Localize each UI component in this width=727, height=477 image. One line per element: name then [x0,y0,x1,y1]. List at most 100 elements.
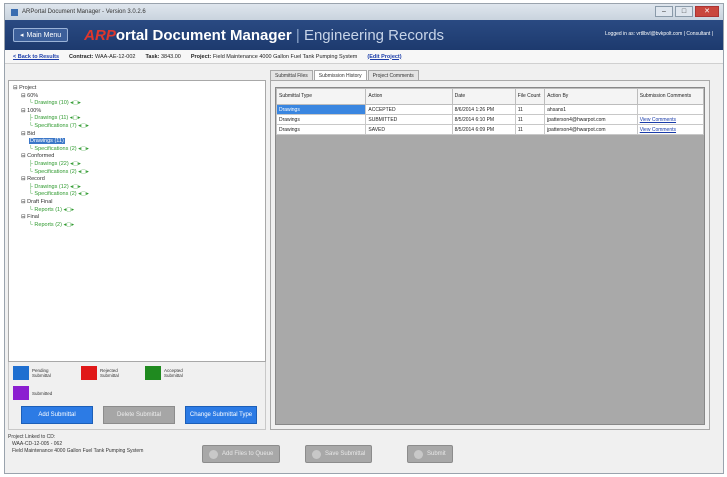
title-separator: | [295,26,300,44]
cell-date[interactable]: 8/5/2014 6:10 PM [451,114,516,125]
submit-button[interactable]: Submit [407,445,453,463]
pending-swatch [13,366,29,380]
history-grid: Submittal Type Action Date File Count Ac… [275,87,705,425]
col-date[interactable]: Date [451,88,516,105]
project-label: Project: [190,53,212,60]
cell-submittal-type[interactable]: Drawings [275,114,367,125]
cell-file-count[interactable]: 11 [514,104,546,115]
change-submittal-type-button[interactable]: Change Submittal Type [185,406,257,424]
legend-pending-label: Pending Submittal [32,368,51,378]
tree-node[interactable]: └ Specifications (2) ◂▢▸ [13,169,261,177]
linked-cd-project: Field Maintenance 4000 Gallon Fuel Tank … [12,448,144,454]
cell-comments[interactable] [636,104,705,115]
save-submittal-button[interactable]: Save Submittal [305,445,373,463]
app-header: ◂ Main Menu ARPortal Document Manager | … [5,20,723,50]
tree-node[interactable]: Drawings (11) [13,138,261,146]
tree-node[interactable]: └ Reports (2) ◂▢▸ [13,222,261,230]
tree-node[interactable]: └ Specifications (2) ◂▢▸ [13,146,261,154]
cell-file-count[interactable]: 11 [514,114,546,125]
col-action[interactable]: Action [365,88,453,105]
menu-arrow-icon: ◂ [20,32,24,39]
cell-action-by[interactable]: jpatterson4@hwarpot.com [544,124,638,135]
cell-date[interactable]: 8/6/2014 1:26 PM [451,104,516,115]
add-submittal-button[interactable]: Add Submittal [21,406,93,424]
view-comments-link[interactable]: View Comments [640,127,676,133]
window-title: ARPortal Document Manager - Version 3.0.… [22,9,146,15]
main-menu-button[interactable]: ◂ Main Menu [13,28,69,42]
view-comments-link[interactable]: View Comments [640,117,676,123]
minimize-button[interactable]: – [655,6,673,17]
tree-node[interactable]: ⊟ Bid [13,131,261,139]
legend-rejected: Rejected Submittal [81,366,130,380]
cell-file-count[interactable]: 11 [514,124,546,135]
title-subtitle: Engineering Records [303,26,445,44]
cell-date[interactable]: 8/5/2014 6:09 PM [451,124,516,135]
save-submittal-label: Save Submittal [325,451,366,457]
tree-node[interactable]: └ Specifications (7) ◂▢▸ [13,123,261,131]
add-files-label: Add Files to Queue [222,451,274,457]
cell-submittal-type[interactable]: Drawings [275,124,367,135]
tree-node-label: ⊟ 60% [21,92,39,99]
tree-node-label: └ Specifications (2) ◂▢▸ [29,168,89,175]
tree-node[interactable]: └ Drawings (10) ◂▢▸ [13,100,261,108]
title-main: ortal Document Manager [115,26,292,44]
tree-node[interactable]: └ Specifications (2) ◂▢▸ [13,191,261,199]
legend-submitted: Submitted [13,386,52,400]
contract-value: WAA-AE-12-002 [95,53,136,60]
table-row[interactable]: Drawings SAVED 8/5/2014 6:09 PM 11 jpatt… [275,124,705,135]
col-action-by[interactable]: Action By [544,88,638,105]
cell-comments[interactable]: View Comments [636,114,705,125]
cell-comments[interactable]: View Comments [636,124,705,135]
cell-action[interactable]: SAVED [365,124,453,135]
edit-project-link[interactable]: (Edit Project) [367,54,401,60]
cell-submittal-type[interactable]: Drawings [275,104,367,115]
tree-node-label: ⊟ Conformed [21,153,55,160]
tree-node[interactable]: ├ Drawings (11) ◂▢▸ [13,115,261,123]
tree-node[interactable]: ⊟ Record [13,176,261,184]
delete-submittal-button[interactable]: Delete Submittal [103,406,175,424]
table-row[interactable]: Drawings SUBMITTED 8/5/2014 6:10 PM 11 j… [275,114,705,125]
save-icon [312,449,321,459]
history-table: Submittal Type Action Date File Count Ac… [275,88,705,135]
legend-rejected-label: Rejected Submittal [100,368,119,378]
tree-node[interactable]: └ Reports (1) ◂▢▸ [13,207,261,215]
contract-label: Contract: [69,53,94,60]
task-value: 3843.00 [160,53,181,60]
table-row[interactable]: Drawings ACCEPTED 8/6/2014 1:26 PM 11 ah… [275,104,705,115]
tree-node-label: ⊟ Project [13,85,37,91]
col-file-count[interactable]: File Count [514,88,546,105]
legend-and-actions: Pending Submittal Rejected Submittal Acc… [8,362,266,430]
cell-action[interactable]: ACCEPTED [365,104,453,115]
tree-node[interactable]: ⊟ Conformed [13,153,261,161]
legend-accepted: Accepted Submittal [145,366,194,380]
title-bar: ARPortal Document Manager - Version 3.0.… [5,4,723,20]
tree-node-label: └ Specifications (2) ◂▢▸ [29,145,89,152]
logo-text: ARP [84,26,116,44]
cell-action-by[interactable]: jpatterson4@hwarpot.com [544,114,638,125]
project-value: Field Maintenance 4000 Gallon Fuel Tank … [212,53,358,60]
contract-info: Contract: WAA-AE-12-002 [69,54,135,60]
app-icon [11,8,18,16]
history-header-row: Submittal Type Action Date File Count Ac… [275,88,705,105]
tree-node[interactable]: ⊟ Draft Final [13,199,261,207]
close-button[interactable]: ✕ [695,6,719,17]
accepted-swatch [145,366,161,380]
project-info: Project: Field Maintenance 4000 Gallon F… [191,54,358,60]
cell-action-by[interactable]: ahsans1 [544,104,638,115]
tree-node[interactable]: ⊟ Project [13,85,261,93]
cell-action[interactable]: SUBMITTED [365,114,453,125]
submit-label: Submit [427,451,446,457]
tree-node[interactable]: ⊟ Final [13,214,261,222]
submit-icon [414,449,423,459]
tree-node[interactable]: ├ Drawings (22) ◂▢▸ [13,161,261,169]
tree-node-label: ⊟ Draft Final [21,198,53,205]
col-submittal-type[interactable]: Submittal Type [275,88,367,105]
app-title: ARPortal Document Manager | Engineering … [84,27,444,44]
tree-node-label: Drawings (11) [29,138,65,145]
back-to-results-link[interactable]: < Back to Results [13,54,59,60]
col-submission-comments[interactable]: Submission Comments [636,88,705,105]
add-files-to-queue-button[interactable]: Add Files to Queue [202,445,281,463]
tree-node-label: └ Reports (2) ◂▢▸ [29,221,75,228]
maximize-button[interactable]: □ [675,6,693,17]
tree-node-label: └ Drawings (10) ◂▢▸ [29,100,81,107]
